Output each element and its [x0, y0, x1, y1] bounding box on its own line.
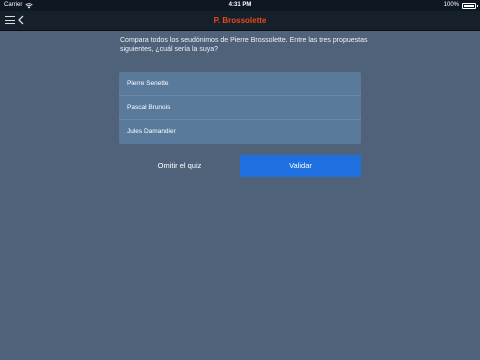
answer-option[interactable]: Pascal Brunois	[119, 96, 361, 120]
quiz-question: Compara todos los seudónimos de Pierre B…	[120, 37, 368, 53]
battery-percent: 100%	[443, 2, 459, 8]
nav-bar: P. Brossolette	[0, 11, 480, 31]
menu-icon[interactable]	[5, 16, 15, 25]
answer-option[interactable]: Pierre Senette	[119, 72, 361, 96]
battery-icon	[462, 2, 478, 9]
answer-option[interactable]: Jules Damandier	[119, 120, 361, 144]
status-right: 100%	[443, 0, 478, 11]
page-title: P. Brossolette	[213, 16, 267, 25]
status-bar: Carrier 4:31 PM 100%	[0, 0, 480, 11]
validate-button[interactable]: Validar	[240, 155, 361, 177]
skip-quiz-button[interactable]: Omitir el quiz	[119, 155, 240, 177]
answer-options: Pierre Senette Pascal Brunois Jules Dama…	[119, 72, 361, 144]
status-time: 4:31 PM	[228, 2, 252, 8]
back-icon[interactable]	[18, 15, 24, 25]
